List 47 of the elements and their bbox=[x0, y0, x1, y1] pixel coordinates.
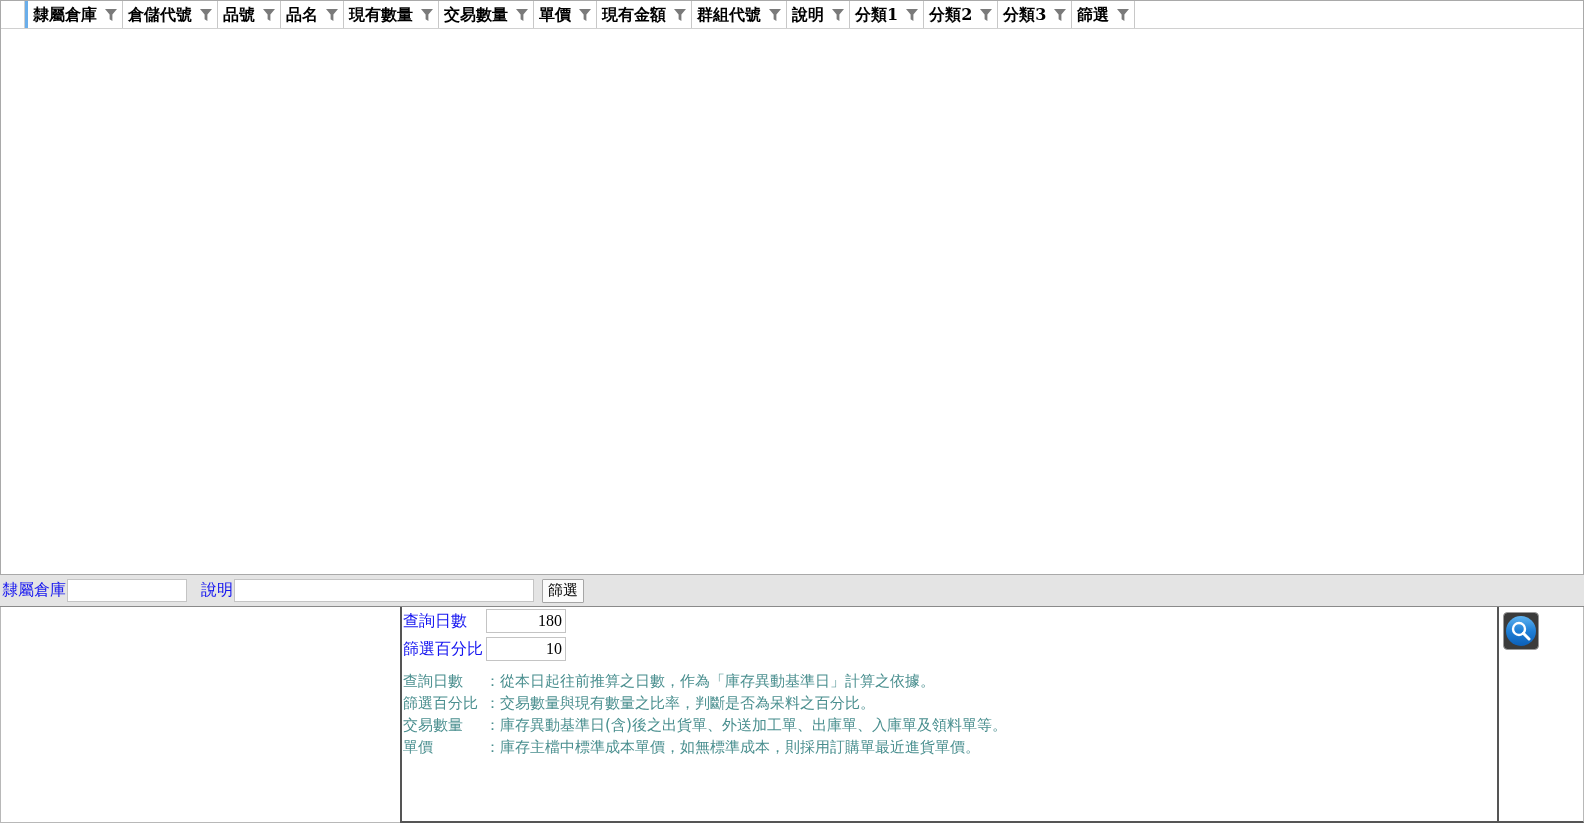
column-header[interactable]: 倉儲代號 bbox=[128, 4, 192, 25]
column-header[interactable]: 交易數量 bbox=[444, 4, 508, 25]
filter-icon[interactable] bbox=[832, 7, 844, 22]
filter-icon[interactable] bbox=[674, 7, 686, 22]
column-header[interactable]: 單價 bbox=[539, 4, 571, 25]
column-marker bbox=[25, 1, 28, 28]
note-term: 單價 bbox=[403, 737, 434, 758]
filter-icon[interactable] bbox=[980, 7, 993, 22]
filter-icon[interactable] bbox=[516, 7, 528, 22]
filter-icon[interactable] bbox=[1054, 7, 1067, 22]
note-text: ：庫存主檔中標準成本單價，如無標準成本，則採用訂購單最近進貨單價。 bbox=[485, 737, 980, 758]
field-label: 說明 bbox=[201, 580, 233, 601]
text-input[interactable] bbox=[67, 579, 187, 602]
number-input[interactable]: 10 bbox=[486, 637, 566, 661]
filter-icon[interactable] bbox=[1117, 7, 1130, 22]
column-header[interactable]: 品號 bbox=[223, 4, 255, 25]
column-header[interactable]: 隸屬倉庫 bbox=[33, 4, 97, 25]
filter-icon[interactable] bbox=[769, 7, 781, 22]
note-text: ：交易數量與現有數量之比率，判斷是否為呆料之百分比。 bbox=[485, 693, 875, 714]
note-term: 交易數量 bbox=[403, 715, 464, 736]
number-input[interactable]: 180 bbox=[486, 609, 566, 633]
search-icon[interactable] bbox=[1503, 612, 1539, 650]
column-header[interactable]: 分類1 bbox=[855, 4, 899, 25]
column-header[interactable]: 分類2 bbox=[929, 4, 973, 25]
filter-button[interactable]: 篩選 bbox=[542, 578, 584, 603]
filter-icon[interactable] bbox=[200, 7, 212, 22]
filter-icon[interactable] bbox=[421, 7, 433, 22]
text-input[interactable] bbox=[234, 579, 534, 602]
column-header[interactable]: 群組代號 bbox=[697, 4, 761, 25]
filter-icon[interactable] bbox=[105, 7, 117, 22]
note-term: 查詢日數 bbox=[403, 671, 464, 692]
filter-icon[interactable] bbox=[326, 7, 338, 22]
note-text: ：從本日起往前推算之日數，作為「庫存異動基準日」計算之依據。 bbox=[485, 671, 935, 692]
field-label: 隸屬倉庫 bbox=[2, 580, 66, 601]
filter-icon[interactable] bbox=[579, 7, 591, 22]
column-header[interactable]: 現有數量 bbox=[349, 4, 413, 25]
field-label: 查詢日數 bbox=[403, 610, 468, 632]
column-header[interactable]: 篩選 bbox=[1077, 4, 1110, 25]
column-header[interactable]: 說明 bbox=[792, 4, 824, 25]
field-label: 篩選百分比 bbox=[403, 638, 484, 660]
note-text: ：庫存異動基準日(含)後之出貨單、外送加工單、出庫單、入庫單及領料單等。 bbox=[485, 715, 1007, 736]
filter-icon[interactable] bbox=[263, 7, 275, 22]
note-term: 篩選百分比 bbox=[403, 693, 479, 714]
column-header[interactable]: 品名 bbox=[286, 4, 318, 25]
column-header[interactable]: 現有金額 bbox=[602, 4, 666, 25]
column-header[interactable]: 分類3 bbox=[1003, 4, 1047, 25]
filter-icon[interactable] bbox=[906, 7, 919, 22]
